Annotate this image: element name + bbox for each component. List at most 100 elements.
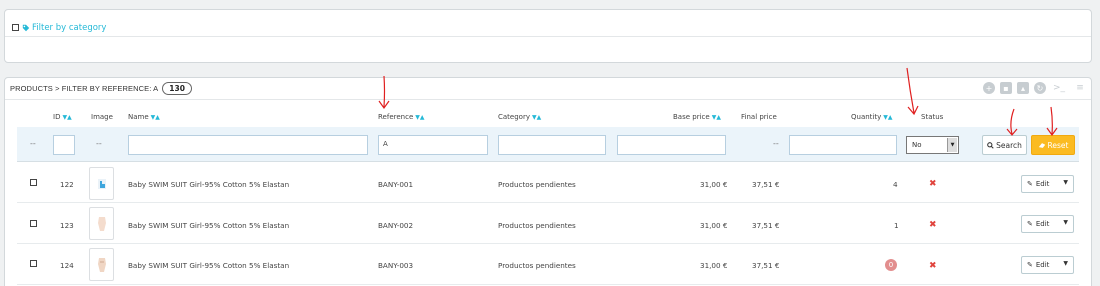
filter-by-category-link[interactable]: Filter by category	[22, 23, 106, 33]
row-reference: BANY-002	[378, 221, 414, 230]
sort-arrows-icon[interactable]: ▼▲	[532, 114, 541, 121]
search-button-label: Search	[996, 140, 1022, 150]
annotation-arrow-status	[906, 67, 919, 116]
final-price-dash: --	[773, 139, 779, 148]
edit-button-label: Edit	[1035, 180, 1050, 188]
row-category: Productos pendientes	[498, 221, 576, 230]
row-id: 123	[60, 221, 74, 230]
products-title: PRODUCTS > FILTER BY REFERENCE: A	[10, 84, 159, 93]
col-reference-label: Reference	[378, 113, 414, 121]
row-quantity: 4	[893, 180, 898, 189]
reset-button-label: Reset	[1047, 140, 1069, 150]
export-icon[interactable]: ▴	[1017, 82, 1029, 94]
row-name: Baby SWIM SUIT Girl-95% Cotton 5% Elasta…	[128, 180, 290, 189]
status-disabled-icon[interactable]: ✖	[929, 179, 937, 189]
sort-arrows-icon[interactable]: ▼▲	[151, 114, 160, 121]
caret-down-icon[interactable]: ▼	[1063, 260, 1068, 267]
filter-by-category-label: Filter by category	[32, 22, 107, 33]
base-price-filter-input[interactable]	[617, 135, 726, 155]
edit-button[interactable]: ✎ Edit ▼	[1021, 256, 1074, 274]
row-base-price: 31,00 €	[700, 180, 728, 189]
category-filter-header: Filter by category	[5, 10, 1091, 37]
products-count-badge: 130	[162, 82, 192, 95]
row-checkbox[interactable]	[30, 179, 37, 186]
row-category: Productos pendientes	[498, 261, 576, 270]
status-filter-select[interactable]: No ▼	[906, 136, 959, 154]
col-base-price-label: Base price	[673, 113, 710, 121]
row-final-price: 37,51 €	[752, 221, 780, 230]
col-image: Image	[91, 113, 113, 121]
panel-toolbar: + ▪ ▴ ↻ >_ ≡	[983, 82, 1088, 94]
eraser-icon	[1038, 142, 1045, 148]
annotation-arrow-reference	[378, 75, 390, 110]
status-disabled-icon[interactable]: ✖	[929, 261, 937, 271]
status-disabled-icon[interactable]: ✖	[929, 220, 937, 230]
col-id-label: ID	[53, 113, 61, 121]
database-icon[interactable]: ≡	[1072, 82, 1088, 94]
row-name: Baby SWIM SUIT Girl-95% Cotton 5% Elasta…	[128, 261, 290, 270]
image-dash: --	[96, 139, 102, 148]
sort-arrows-icon[interactable]: ▼▲	[712, 114, 721, 121]
annotation-arrow-reset	[1046, 106, 1058, 137]
chevron-down-icon: ▼	[947, 138, 957, 152]
pencil-icon: ✎	[1027, 180, 1033, 188]
id-filter-input[interactable]	[53, 135, 75, 155]
category-filter-input[interactable]	[498, 135, 606, 155]
col-name[interactable]: Name ▼▲	[128, 113, 160, 121]
col-id[interactable]: ID ▼▲	[53, 113, 72, 121]
product-image	[97, 257, 106, 272]
bulk-dash: --	[30, 139, 36, 148]
quantity-filter-input[interactable]	[789, 135, 897, 155]
search-icon	[987, 141, 994, 149]
row-quantity: 1	[894, 221, 899, 230]
category-filter-panel: Filter by category	[4, 9, 1092, 63]
edit-button[interactable]: ✎ Edit ▼	[1021, 215, 1074, 233]
row-reference: BANY-001	[378, 180, 414, 189]
edit-button-label: Edit	[1035, 220, 1050, 228]
row-checkbox[interactable]	[30, 260, 37, 267]
search-button[interactable]: Search	[982, 135, 1027, 155]
col-final-price: Final price	[741, 113, 777, 121]
import-icon[interactable]: ▪	[1000, 82, 1012, 94]
reference-filter-input[interactable]: A	[378, 135, 488, 155]
col-category-label: Category	[498, 113, 530, 121]
row-reference: BANY-003	[378, 261, 414, 270]
refresh-icon[interactable]: ↻	[1034, 82, 1046, 94]
col-status: Status	[921, 113, 944, 121]
caret-down-icon[interactable]: ▼	[1063, 219, 1068, 226]
products-panel-header: PRODUCTS > FILTER BY REFERENCE: A 130	[5, 78, 1091, 100]
col-reference[interactable]: Reference ▼▲	[378, 113, 424, 121]
row-checkbox[interactable]	[30, 220, 37, 227]
sort-arrows-icon[interactable]: ▼▲	[62, 114, 71, 121]
product-thumbnail[interactable]	[89, 248, 114, 281]
sort-arrows-icon[interactable]: ▼▲	[415, 114, 424, 121]
edit-button-label: Edit	[1035, 261, 1050, 269]
product-thumbnail[interactable]	[89, 167, 114, 200]
product-thumbnail[interactable]	[89, 207, 114, 240]
row-final-price: 37,51 €	[752, 180, 780, 189]
row-category: Productos pendientes	[498, 180, 576, 189]
tag-icon	[22, 24, 30, 31]
col-quantity[interactable]: Quantity ▼▲	[851, 113, 892, 121]
name-filter-input[interactable]	[128, 135, 368, 155]
category-filter-checkbox[interactable]	[12, 24, 19, 31]
pencil-icon: ✎	[1027, 220, 1033, 228]
annotation-arrow-search	[1006, 108, 1018, 136]
caret-down-icon[interactable]: ▼	[1063, 179, 1068, 186]
status-filter-value: No	[912, 141, 922, 149]
row-id: 124	[60, 261, 74, 270]
row-quantity: 0	[885, 259, 897, 271]
col-category[interactable]: Category ▼▲	[498, 113, 541, 121]
row-id: 122	[60, 180, 74, 189]
add-new-icon[interactable]: +	[983, 82, 995, 94]
reset-button[interactable]: Reset	[1031, 135, 1075, 155]
row-base-price: 31,00 €	[700, 261, 728, 270]
product-image	[97, 178, 106, 189]
edit-button[interactable]: ✎ Edit ▼	[1021, 175, 1074, 193]
sql-query-icon[interactable]: >_	[1051, 82, 1067, 94]
sort-arrows-icon[interactable]: ▼▲	[883, 114, 892, 121]
row-final-price: 37,51 €	[752, 261, 780, 270]
col-name-label: Name	[128, 113, 149, 121]
col-base-price[interactable]: Base price ▼▲	[673, 113, 721, 121]
product-image	[97, 216, 106, 231]
